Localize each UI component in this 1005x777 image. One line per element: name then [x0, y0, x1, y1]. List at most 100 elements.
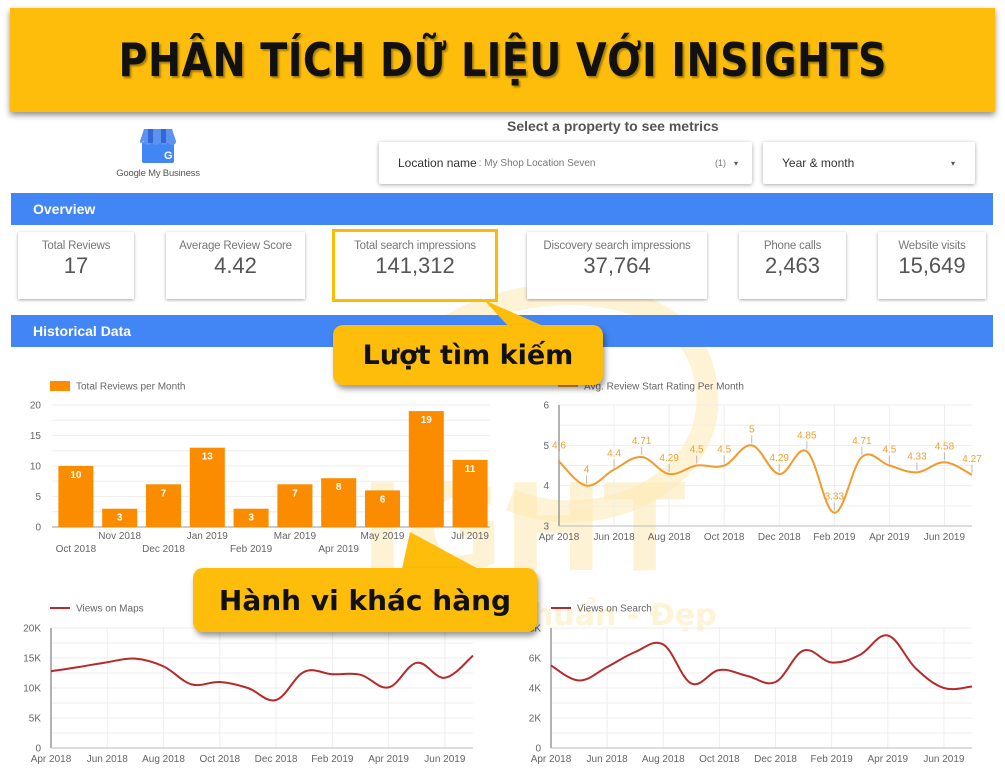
x-tick-label: Apr 2019	[869, 532, 910, 543]
y-tick-label: 6	[543, 401, 549, 412]
point-value-label: 4.4	[607, 449, 621, 460]
point-value-label: 4.58	[935, 441, 955, 452]
x-tick-label: Apr 2018	[539, 532, 580, 543]
location-dropdown-label: Location name	[398, 156, 477, 170]
overview-section-header: Overview	[11, 193, 993, 225]
select-prompt: Select a property to see metrics	[507, 118, 719, 134]
y-tick-label: 10K	[23, 684, 41, 695]
point-value-label: 4.71	[632, 436, 652, 447]
historical-title: Historical Data	[33, 323, 132, 339]
x-tick-label: Oct 2018	[200, 754, 241, 765]
y-tick-label: 10	[30, 462, 42, 473]
kpi-label: Total search impressions	[354, 240, 476, 252]
kpi-card-total-reviews: Total Reviews 17	[18, 232, 134, 299]
kpi-value: 2,463	[764, 253, 821, 278]
banner-title: PHÂN TÍCH DỮ LIỆU VỚI INSIGHTS	[118, 33, 887, 87]
x-tick-label: Jun 2018	[87, 754, 129, 765]
x-tick-label: Oct 2018	[699, 754, 740, 765]
x-tick-label: Dec 2018	[754, 754, 797, 765]
storefront-icon: G	[140, 129, 176, 163]
point-value-label: 4.29	[770, 453, 790, 464]
x-tick-label: Dec 2018	[142, 544, 185, 555]
callout-behavior: Hành vi khác hàng	[193, 568, 537, 632]
y-tick-label: 15K	[23, 654, 41, 665]
x-tick-label: Apr 2019	[868, 754, 909, 765]
x-tick-label: Dec 2018	[255, 754, 298, 765]
y-tick-label: 20K	[23, 624, 41, 635]
chart-rating-svg: Avg. Review Start Rating Per Month 3 4 5 6 Ap…	[539, 382, 982, 544]
x-tick-label: Mar 2019	[274, 531, 317, 542]
x-tick-label: Jun 2018	[593, 532, 635, 543]
bar-value-label: 13	[202, 452, 214, 463]
overview-title: Overview	[33, 201, 96, 217]
x-tick-label: Jun 2019	[923, 754, 965, 765]
kpi-card-average-review-score: Average Review Score 4.42	[166, 232, 305, 299]
x-tick-label: Jun 2018	[587, 754, 629, 765]
y-tick-label: 3	[543, 522, 549, 533]
bar-value-label: 3	[117, 513, 123, 524]
search-views-line-chart: Views on Search 0 2K 4K 6K 8K Apr 2018 Jun 2018…	[505, 595, 1005, 777]
x-tick-label: Apr 2018	[531, 754, 572, 765]
y-tick-label: 20	[30, 401, 42, 412]
chart-maps-legend-label: Views on Maps	[76, 604, 144, 615]
location-dropdown[interactable]: Location name : My Shop Location Seven (…	[379, 142, 752, 184]
y-tick-label: 5K	[29, 714, 42, 725]
logo-text: Google My Business	[116, 168, 200, 179]
y-tick-label: 4K	[529, 684, 542, 695]
y-tick-label: 0	[35, 523, 41, 534]
bar-value-label: 7	[292, 488, 298, 499]
point-value-label: 4.6	[552, 440, 566, 451]
point-value-label: 4.27	[962, 454, 982, 465]
kpi-label: Phone calls	[763, 240, 822, 252]
callout-behavior-text: Hành vi khác hàng	[218, 583, 512, 617]
bar-value-label: 11	[465, 464, 476, 475]
point-value-label: 4.85	[797, 430, 817, 441]
x-tick-label: Dec 2018	[758, 532, 801, 543]
x-tick-label: Apr 2019	[318, 544, 359, 555]
chart-search-legend-label: Views on Search	[577, 604, 652, 615]
kpi-value: 15,649	[898, 253, 966, 278]
kpi-value: 4.42	[214, 253, 257, 278]
bar-value-label: 3	[248, 513, 254, 524]
kpi-card-phone-calls: Phone calls 2,463	[739, 232, 846, 299]
location-dropdown-count: (1)	[714, 158, 726, 168]
point-value-label: 5	[749, 424, 755, 435]
x-tick-label: Oct 2018	[56, 544, 97, 555]
rating-line-chart: Avg. Review Start Rating Per Month 3 4 5 6 Ap…	[510, 370, 1005, 550]
kpi-card-discovery-search-impressions: Discovery search impressions 37,764	[527, 232, 707, 299]
kpi-value: 17	[63, 253, 89, 278]
kpi-label: Average Review Score	[179, 240, 292, 252]
x-tick-label: Feb 2019	[813, 532, 856, 543]
kpi-label: Website visits	[898, 240, 966, 252]
y-tick-label: 0	[35, 744, 41, 755]
x-tick-label: Jun 2019	[924, 532, 966, 543]
reviews-legend-swatch	[50, 381, 70, 391]
x-tick-label: Aug 2018	[642, 754, 685, 765]
series-line	[50, 654, 474, 702]
point-value-label: 4.33	[907, 451, 927, 462]
kpi-value: 37,764	[583, 253, 651, 278]
x-tick-label: Aug 2018	[142, 754, 185, 765]
date-dropdown-label: Year & month	[782, 156, 855, 170]
title-banner: PHÂN TÍCH DỮ LIỆU VỚI INSIGHTS	[10, 8, 995, 112]
date-range-dropdown[interactable]: Year & month ▾	[763, 142, 975, 184]
x-tick-label: Feb 2019	[811, 754, 854, 765]
x-tick-label: Feb 2019	[230, 544, 273, 555]
point-value-label: 4.29	[659, 453, 679, 464]
bar-value-label: 7	[161, 488, 167, 499]
chevron-down-icon: ▾	[950, 158, 955, 168]
y-tick-label: 15	[30, 431, 42, 442]
chart-search-svg: Views on Search02K4K6K8KApr 2018 Jun 2018…	[529, 604, 973, 765]
location-dropdown-value: : My Shop Location Seven	[478, 157, 596, 169]
x-tick-label: Oct 2018	[704, 532, 745, 543]
chevron-down-icon: ▾	[733, 158, 738, 168]
kpi-label: Discovery search impressions	[543, 240, 691, 252]
point-value-label: 4.5	[882, 445, 896, 456]
y-tick-label: 5	[543, 441, 549, 452]
point-value-label: 3.33	[825, 492, 845, 503]
y-tick-label: 5	[35, 492, 41, 503]
kpi-card-website-visits: Website visits 15,649	[878, 232, 986, 299]
x-tick-label: Aug 2018	[648, 532, 691, 543]
x-tick-label: Apr 2019	[368, 754, 409, 765]
point-value-label: 4	[584, 465, 590, 476]
